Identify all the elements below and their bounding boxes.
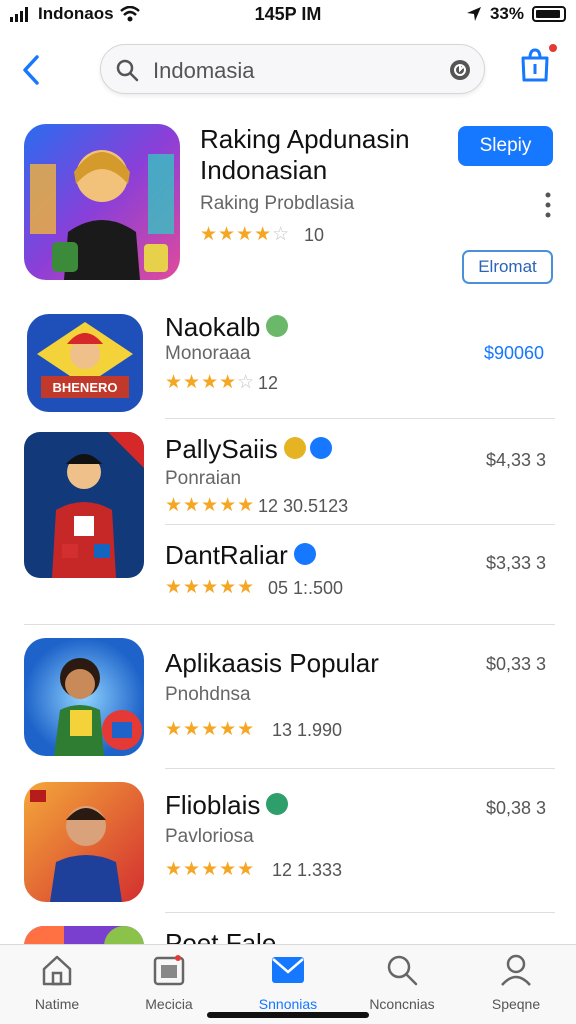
- home-icon: [42, 955, 72, 986]
- app-subtitle: Pnohdnsa: [165, 684, 251, 705]
- app-icon: [24, 638, 144, 756]
- search-icon: [116, 59, 139, 82]
- voice-search-icon[interactable]: [448, 58, 472, 82]
- svg-text:BHENERO: BHENERO: [52, 380, 117, 395]
- search-field[interactable]: Indomasia: [100, 44, 485, 94]
- app-title: Aplikaasis Popular: [165, 648, 379, 678]
- featured-rating-count: 10: [304, 225, 325, 245]
- app-title: PallySaiis: [165, 434, 332, 465]
- location-arrow-icon: [466, 7, 481, 21]
- search-text: Indomasia: [153, 58, 255, 83]
- rating-count: 05 1:.500: [268, 578, 344, 598]
- divider: [165, 768, 555, 769]
- app-title: Naokalb: [165, 312, 289, 343]
- rating-stars: ★★★★★: [165, 859, 256, 880]
- search-icon: [387, 955, 418, 986]
- rating-count: 12: [258, 373, 279, 393]
- battery-icon: [532, 6, 566, 22]
- mail-icon: [272, 957, 304, 983]
- rating-stars: ★★★★★: [165, 495, 256, 516]
- app-subtitle: Pavloriosa: [165, 826, 254, 847]
- verified-icon: [293, 543, 316, 566]
- back-button[interactable]: [16, 50, 46, 90]
- rating-stars: ★★★★☆: [165, 372, 256, 393]
- tab-label: Speqne: [491, 996, 541, 1012]
- app-subtitle: Monoraaa: [165, 343, 251, 364]
- nav-bar: Indomasia: [0, 38, 576, 102]
- home-indicator: [207, 1012, 369, 1018]
- verified-icon: [266, 793, 289, 816]
- tab-label: Mecicia: [145, 996, 193, 1012]
- featured-subtitle: Raking Probdlasia: [200, 193, 355, 214]
- verified-icon: [309, 437, 332, 460]
- tab-profile[interactable]: Speqne: [466, 953, 566, 1012]
- app-icon: BHENERO: [27, 314, 143, 412]
- tab-media[interactable]: Mecicia: [119, 953, 219, 1012]
- app-title: DantRaliar: [165, 540, 316, 571]
- get-button[interactable]: Slepiy: [458, 126, 553, 166]
- divider: [24, 624, 555, 625]
- featured-rating-stars: ★★★★☆: [200, 224, 291, 245]
- rating-count: 13 1.990: [272, 720, 343, 740]
- app-price[interactable]: $3,33 3: [486, 553, 546, 574]
- featured-app-icon: [24, 124, 180, 280]
- divider: [165, 418, 555, 419]
- tab-label: Natime: [34, 996, 80, 1012]
- rating-count: 12 1.333: [272, 860, 343, 880]
- verified-icon: [266, 315, 289, 338]
- rating-stars: ★★★★★: [165, 577, 256, 598]
- media-icon: [153, 955, 185, 986]
- app-icon: [24, 782, 144, 902]
- app-price[interactable]: $4,33 3: [486, 450, 546, 471]
- app-price[interactable]: $90060: [484, 343, 544, 364]
- app-title: Flioblais: [165, 790, 289, 821]
- featured-title-line2: Indonasian: [200, 155, 328, 185]
- app-subtitle: Ponraian: [165, 468, 242, 489]
- chevron-left-icon: [23, 55, 39, 85]
- divider: [165, 524, 555, 525]
- battery-percent: 33%: [489, 4, 524, 23]
- bag-button[interactable]: [519, 42, 559, 88]
- bag-icon: [521, 48, 549, 82]
- tab-search[interactable]: Nconcnias: [352, 953, 452, 1012]
- secondary-button[interactable]: Elromat: [462, 250, 553, 284]
- rating-stars: ★★★★★: [165, 719, 256, 740]
- tab-label: Nconcnias: [369, 996, 435, 1012]
- divider: [165, 912, 555, 913]
- notification-badge: [547, 42, 559, 54]
- tab-home[interactable]: Natime: [7, 953, 107, 1012]
- featured-title-line1: Raking Apdunasin: [200, 124, 410, 154]
- person-icon: [501, 954, 531, 986]
- app-icon: [24, 432, 144, 578]
- status-bar: Indonaos 145P IM 33%: [0, 0, 576, 30]
- rating-count: 12 30.5123: [258, 496, 349, 516]
- app-price[interactable]: $0,38 3: [486, 798, 546, 819]
- tab-mail[interactable]: Snnonias: [238, 953, 338, 1012]
- status-right: 33%: [466, 4, 566, 24]
- app-price[interactable]: $0,33 3: [486, 654, 546, 675]
- more-options-icon[interactable]: [540, 190, 556, 220]
- tab-label: Snnonias: [258, 996, 318, 1012]
- verified-icon: [283, 437, 306, 460]
